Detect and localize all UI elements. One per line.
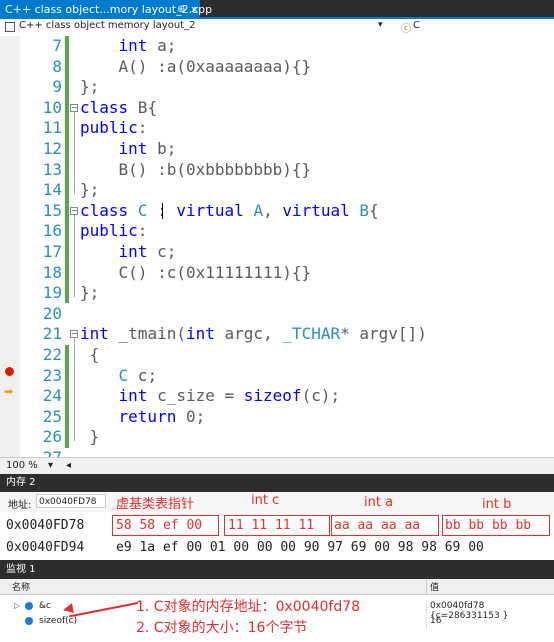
fold-guide <box>74 338 75 441</box>
address-input[interactable]: 0x0040FD78 <box>36 494 106 508</box>
highlight-box <box>224 515 330 536</box>
annotation-address-note: 1. C对象的内存地址：0x0040fd78 <box>136 599 361 615</box>
change-bar <box>65 345 69 448</box>
zoom-level[interactable]: 100 % <box>6 460 38 471</box>
line-number: 15 <box>42 200 62 220</box>
memory-address-bar: 地址: 0x0040FD78 虚基类表指针 int c int a int b <box>0 492 554 512</box>
class-icon: ⓒ <box>401 24 411 35</box>
line-number: 9 <box>52 77 62 97</box>
code-editor[interactable]: 7 8 9 10 11 12 13 14 15 16 17 18 19 20 2… <box>0 36 554 457</box>
line-number: 12 <box>42 139 62 158</box>
code-line[interactable]: int _tmain(int argc, _TCHAR* argv[]) <box>80 324 427 345</box>
line-number: 24 <box>42 386 62 406</box>
code-line[interactable]: }; <box>80 180 99 201</box>
code-line[interactable]: }; <box>80 77 99 98</box>
watch-expression[interactable]: &c <box>39 601 51 611</box>
highlight-box <box>442 515 550 536</box>
breakpoint-icon[interactable] <box>4 366 15 377</box>
code-line[interactable]: int c; <box>80 242 177 263</box>
code-line[interactable]: C c; <box>80 366 158 387</box>
annotation-arrowhead <box>62 603 74 615</box>
annotation-int-b: int b <box>482 497 512 512</box>
line-number: 10 <box>42 97 62 117</box>
member-dropdown[interactable]: C <box>413 20 420 31</box>
line-number: 20 <box>42 303 62 323</box>
variable-icon <box>25 602 33 610</box>
line-number: 7 <box>52 36 62 55</box>
navigation-bar: C++ class object memory layout_2 ▾ ⓒ C <box>0 19 554 37</box>
line-number: 14 <box>42 180 62 200</box>
fold-guide <box>74 215 75 297</box>
memory-row-address: 0x0040FD78 <box>6 518 85 533</box>
code-line[interactable]: }; <box>80 283 99 304</box>
scope-dropdown[interactable]: C++ class object memory layout_2 <box>19 20 195 31</box>
watch-list: ▷ &c 0x0040fd78 {c=286331153 } sizeof(c)… <box>0 595 554 642</box>
annotation-size-note: 2. C对象的大小：16个字节 <box>136 620 308 636</box>
code-line[interactable]: { <box>80 345 100 366</box>
annotation-int-a: int a <box>364 495 394 510</box>
annotation-int-c: int c <box>251 493 280 508</box>
line-number: 21 <box>42 324 62 344</box>
collapse-icon[interactable]: − <box>70 104 78 112</box>
chevron-down-icon[interactable]: ▾ <box>48 460 53 471</box>
collapse-icon[interactable]: − <box>70 330 78 338</box>
line-number: 27 <box>22 448 62 457</box>
code-line[interactable]: int a; <box>80 36 177 57</box>
line-number: 26 <box>42 427 62 447</box>
watch-header: 名称 值 <box>0 579 554 595</box>
current-statement-arrow-icon: ➡ <box>4 385 14 398</box>
code-line[interactable]: int c_size = sizeof(c); <box>80 386 341 407</box>
code-line[interactable]: return 0; <box>80 407 206 428</box>
line-number: 11 <box>42 118 62 138</box>
code-line[interactable]: C() :c(0x11111111){} <box>80 263 312 284</box>
zoom-bar: 100 % ▾ ◂ <box>0 457 554 474</box>
watch-expression[interactable]: sizeof(c) <box>39 616 77 626</box>
code-line[interactable]: public: <box>80 221 147 242</box>
code-line[interactable]: class B{ <box>80 98 157 119</box>
line-number: 16 <box>42 221 62 241</box>
line-number: 17 <box>42 242 62 261</box>
column-value-header[interactable]: 值 <box>430 580 439 593</box>
change-bar <box>65 36 69 118</box>
annotation-vbptr: 虚基类表指针 <box>116 497 195 512</box>
chevron-down-icon[interactable]: ▾ <box>378 20 383 30</box>
column-divider[interactable] <box>426 579 427 594</box>
line-number: 25 <box>42 406 62 426</box>
memory-row-address: 0x0040FD94 <box>6 540 85 555</box>
line-number: 23 <box>42 365 62 385</box>
code-line[interactable]: B() :b(0xbbbbbbbb){} <box>80 160 312 181</box>
code-line[interactable]: } <box>80 427 100 448</box>
column-name-header[interactable]: 名称 <box>12 580 30 593</box>
code-line[interactable]: class C : virtual A, virtual B{ <box>80 201 379 222</box>
change-bar <box>65 201 69 303</box>
variable-icon <box>25 617 33 625</box>
memory-panel-title: 内存 2 <box>0 474 554 492</box>
watch-value[interactable]: 16 <box>430 616 441 626</box>
line-number: 13 <box>42 159 62 179</box>
code-line[interactable]: int b; <box>80 139 177 160</box>
collapse-icon[interactable]: − <box>70 207 78 215</box>
highlight-box <box>331 515 439 536</box>
memory-view[interactable]: 0x0040FD78 58 58 ef 00 11 11 11 11 aa aa… <box>0 512 554 560</box>
expand-icon[interactable]: ▷ <box>14 601 20 610</box>
line-number: 8 <box>52 56 62 76</box>
line-number: 22 <box>42 345 62 364</box>
code-line[interactable]: public: <box>80 118 147 139</box>
project-icon <box>5 22 15 32</box>
line-number: 19 <box>42 283 62 303</box>
code-line[interactable]: A() :a(0xaaaaaaaa){} <box>80 57 312 78</box>
watch-panel-title: 监视 1 <box>0 561 554 579</box>
memory-row-bytes: e9 1a ef 00 01 00 00 00 90 97 69 00 98 9… <box>116 540 484 555</box>
text-caret <box>162 203 163 219</box>
line-number: 18 <box>42 262 62 282</box>
highlight-box <box>112 515 219 536</box>
scroll-left-icon[interactable]: ◂ <box>66 460 71 471</box>
fold-guide <box>74 112 75 194</box>
address-label: 地址: <box>8 500 32 511</box>
